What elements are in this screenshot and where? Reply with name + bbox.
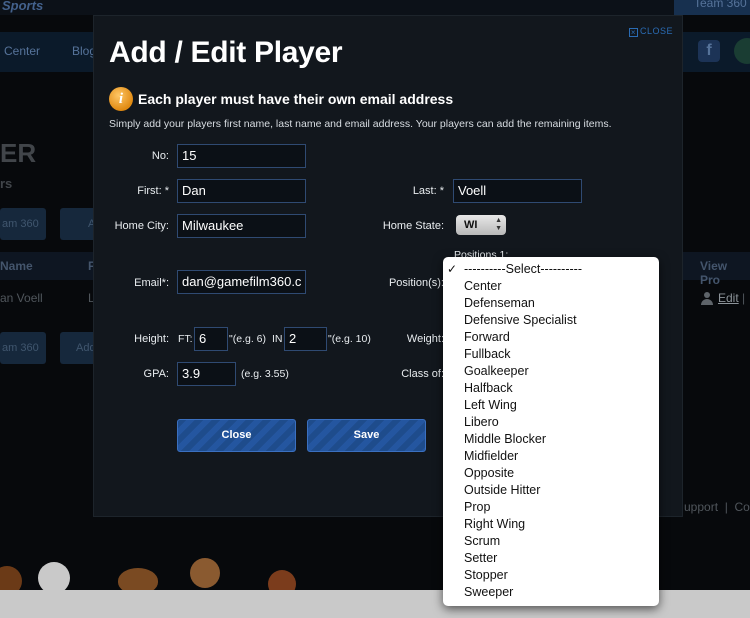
home-city-label: Home City: xyxy=(114,220,169,232)
facebook-icon: f xyxy=(698,40,720,62)
first-name-label: First: * xyxy=(137,185,169,197)
team-tab-label: Team 360 xyxy=(694,0,747,10)
dropdown-option[interactable]: Sweeper xyxy=(464,585,513,599)
home-city-field[interactable]: Milwaukee xyxy=(177,214,306,238)
help-text: Simply add your players first name, last… xyxy=(109,118,612,130)
email-label: Email*: xyxy=(134,277,169,289)
background-edit-separator: | xyxy=(742,291,746,305)
dropdown-option[interactable]: Stopper xyxy=(464,568,508,582)
email-field[interactable]: dan@gamefilm360.c xyxy=(177,270,306,294)
close-link-label: CLOSE xyxy=(640,26,674,36)
home-state-label: Home State: xyxy=(382,220,444,232)
dropdown-option[interactable]: Goalkeeper xyxy=(464,364,529,378)
dropdown-option[interactable]: Left Wing xyxy=(464,398,517,412)
checkmark-icon: ✓ xyxy=(447,262,458,276)
dropdown-option[interactable]: Scrum xyxy=(464,534,500,548)
dropdown-option[interactable]: Forward xyxy=(464,330,510,344)
brand-logo-text: Sports xyxy=(2,0,44,13)
last-name-field[interactable]: Voell xyxy=(453,179,582,203)
positions-dropdown-menu[interactable]: ✓ ----------Select---------- Center Defe… xyxy=(443,257,659,606)
dropdown-option[interactable]: Middle Blocker xyxy=(464,432,546,446)
no-label: No: xyxy=(151,150,169,162)
team-tab: Team 360 xyxy=(674,0,750,15)
dropdown-option[interactable]: Fullback xyxy=(464,347,511,361)
gpa-label: GPA: xyxy=(143,368,169,380)
modal-title: Add / Edit Player xyxy=(109,36,343,69)
dropdown-option[interactable]: Halfback xyxy=(464,381,513,395)
dropdown-option[interactable]: Defenseman xyxy=(464,296,535,310)
last-name-label: Last: * xyxy=(412,185,444,197)
close-link[interactable]: × CLOSE xyxy=(629,26,673,37)
dropdown-option[interactable]: Center xyxy=(464,279,502,293)
nav-item-center: Center xyxy=(4,44,41,58)
background-footer: upport | Co xyxy=(684,500,750,514)
gpa-hint: (e.g. 3.55) xyxy=(241,368,289,380)
dropdown-option[interactable]: Setter xyxy=(464,551,497,565)
height-ft-label: FT: xyxy=(178,333,193,345)
background-th-view: View Pro xyxy=(700,259,728,287)
background-top-bar: Sports xyxy=(0,0,750,15)
dropdown-option[interactable]: Outside Hitter xyxy=(464,483,540,497)
close-button[interactable]: Close xyxy=(177,419,296,452)
save-button[interactable]: Save xyxy=(307,419,426,452)
height-ft-hint: "(e.g. 6) xyxy=(229,333,266,345)
no-field[interactable]: 15 xyxy=(177,144,306,168)
class-of-label: Class of: xyxy=(401,368,444,380)
close-icon: × xyxy=(629,28,638,37)
modal-subtitle: Each player must have their own email ad… xyxy=(138,91,454,107)
dropdown-option[interactable]: Opposite xyxy=(464,466,514,480)
weight-label: Weight: xyxy=(406,333,444,345)
info-icon: i xyxy=(109,87,133,111)
home-state-value: WI xyxy=(464,219,478,231)
background-team360-button: am 360 xyxy=(0,208,46,240)
dropdown-option[interactable]: Right Wing xyxy=(464,517,525,531)
first-name-field[interactable]: Dan xyxy=(177,179,306,203)
background-edit-link: Edit xyxy=(718,291,739,305)
background-th-name: Name xyxy=(0,259,33,273)
dropdown-option-select[interactable]: ----------Select---------- xyxy=(464,262,582,276)
dropdown-option[interactable]: Prop xyxy=(464,500,490,514)
background-page-title: ER xyxy=(0,138,37,168)
height-label: Height: xyxy=(134,333,169,345)
background-team360-button-2: am 360 xyxy=(0,332,46,364)
home-state-select[interactable]: WI ▲ ▼ xyxy=(456,215,506,235)
dropdown-option[interactable]: Midfielder xyxy=(464,449,518,463)
height-feet-field[interactable]: 6 xyxy=(194,327,228,351)
background-page-subtitle: rs xyxy=(0,176,13,191)
user-icon xyxy=(701,292,713,305)
dropdown-option[interactable]: Defensive Specialist xyxy=(464,313,577,327)
positions-label: Position(s): xyxy=(388,277,444,289)
height-inches-field[interactable]: 2 xyxy=(284,327,327,351)
height-in-label: IN xyxy=(272,333,283,345)
select-arrows-icon: ▲ ▼ xyxy=(495,217,502,232)
sports-balls-decoration xyxy=(0,558,330,598)
dropdown-option[interactable]: Libero xyxy=(464,415,499,429)
background-row-name: an Voell xyxy=(0,291,43,305)
gpa-field[interactable]: 3.9 xyxy=(177,362,236,386)
